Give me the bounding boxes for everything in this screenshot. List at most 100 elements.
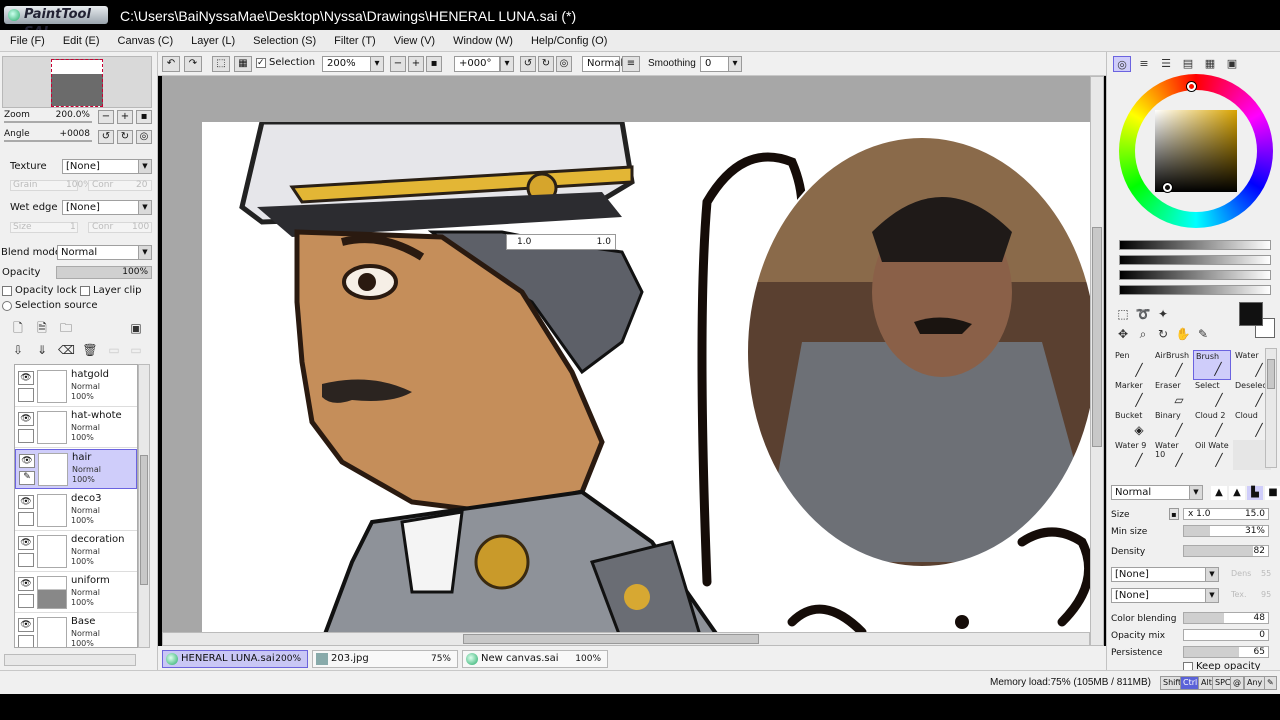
texture-dropdown[interactable]: [None] ▼ [62, 159, 152, 174]
color-slider-4[interactable] [1119, 285, 1271, 295]
selection-checkbox[interactable]: ✓ Selection [256, 57, 315, 68]
layer-row[interactable]: 👁 deco3 Normal 100% [15, 491, 137, 531]
hsv-slider-tab-icon[interactable]: ☰ [1157, 56, 1175, 72]
color-blending-slider[interactable]: 48 [1183, 612, 1269, 624]
menu-help[interactable]: Help/Config (O) [531, 35, 617, 47]
layer-hscrollbar[interactable] [4, 654, 136, 666]
trash-icon[interactable]: 🗑 [82, 342, 98, 358]
lock-toggle[interactable] [18, 635, 34, 647]
menu-filter[interactable]: Filter (T) [334, 35, 386, 47]
shape-medium-icon[interactable]: ▲ [1229, 486, 1245, 500]
menu-edit[interactable]: Edit (E) [63, 35, 110, 47]
rotate-icon[interactable]: ↻ [1155, 326, 1171, 342]
eye-icon[interactable]: 👁 [18, 577, 34, 591]
navigator-preview[interactable] [2, 56, 152, 108]
lock-toggle[interactable] [18, 512, 34, 526]
brush-eraser[interactable]: Eraser ▱ [1153, 380, 1191, 410]
lock-toggle[interactable] [18, 429, 34, 443]
lock-toggle[interactable] [18, 594, 34, 608]
hue-marker[interactable] [1187, 82, 1196, 91]
swatches-tab-icon[interactable]: ▦ [1201, 56, 1219, 72]
size-slider[interactable]: x 1.0 15.0 [1183, 508, 1269, 520]
view-blend-field[interactable]: Normal [582, 56, 623, 72]
layer-row[interactable]: 👁 hatgold Normal 100% [15, 367, 137, 407]
zoom-out-icon[interactable]: − [390, 56, 406, 72]
rotate-left-icon[interactable]: ↺ [520, 56, 536, 72]
brush-bucket[interactable]: Bucket ◈ [1113, 410, 1151, 440]
primary-color-swatch[interactable] [1239, 302, 1263, 326]
min-size-slider[interactable]: 31% [1183, 525, 1269, 537]
menu-file[interactable]: File (F) [10, 35, 55, 47]
rgb-slider-tab-icon[interactable]: ≡ [1135, 56, 1153, 72]
opacity-mix-slider[interactable]: 0 [1183, 629, 1269, 641]
hand-icon[interactable]: ✋ [1175, 326, 1191, 342]
layer-row[interactable]: 👁 hat-whote Normal 100% [15, 408, 137, 448]
new-linework-layer-icon[interactable]: 🗎 [34, 320, 50, 336]
layer-row[interactable]: 👁 Base Normal 100% [15, 614, 137, 647]
eyedropper-icon[interactable]: ✎ [1195, 326, 1211, 342]
scratchpad-tab-icon[interactable]: ▣ [1223, 56, 1241, 72]
menu-selection[interactable]: Selection (S) [253, 35, 326, 47]
layer-mask-icon[interactable]: ▣ [128, 320, 144, 336]
redo-button[interactable]: ↷ [184, 56, 202, 72]
zoom-reset-button[interactable]: ▪ [136, 110, 152, 124]
lock-toggle[interactable] [18, 553, 34, 567]
rect-select-icon[interactable]: ⬚ [1115, 306, 1131, 322]
layer-row[interactable]: 👁 decoration Normal 100% [15, 532, 137, 572]
rotate-right-button[interactable]: ↻ [117, 130, 133, 144]
chevron-down-icon[interactable]: ▾ [370, 56, 384, 72]
size-lock-icon[interactable]: ▪ [1169, 508, 1179, 520]
angle-slider[interactable]: Angle +0008 [2, 129, 112, 143]
menu-view[interactable]: View (V) [394, 35, 445, 47]
zoom-field[interactable]: 200% [322, 56, 374, 72]
opacity-slider[interactable]: 100% [56, 266, 152, 279]
brush-binary[interactable]: Binary ╱ [1153, 410, 1191, 440]
eye-icon[interactable]: 👁 [19, 454, 35, 468]
flip-icon[interactable]: ≡ [622, 56, 640, 72]
brush-pen[interactable]: Pen ╱ [1113, 350, 1151, 380]
brush-blend-dropdown[interactable]: Normal ▼ [1111, 485, 1203, 500]
merge-down-icon[interactable]: ⇓ [34, 342, 50, 358]
saturation-value-square[interactable] [1155, 110, 1237, 192]
color-wheel-tab-icon[interactable]: ◎ [1113, 56, 1131, 72]
canvas-area[interactable]: 1.0 1.0 [162, 76, 1090, 632]
smoothing-field[interactable]: 0 [700, 56, 730, 72]
blend-mode-dropdown[interactable]: Normal ▼ [57, 245, 152, 260]
canvas-vscrollbar[interactable] [1090, 76, 1104, 646]
move-icon[interactable]: ✥ [1115, 326, 1131, 342]
zoom-icon[interactable]: ⌕ [1135, 326, 1151, 342]
deselect-button[interactable]: ⬚ [212, 56, 230, 72]
zoom-in-icon[interactable]: + [408, 56, 424, 72]
brush-icon[interactable]: ✎ [19, 471, 35, 485]
new-layer-icon[interactable]: 🗋 [10, 320, 26, 336]
zoom-reset-icon[interactable]: ▪ [426, 56, 442, 72]
undo-button[interactable]: ↶ [162, 56, 180, 72]
doc-tab-203[interactable]: 203.jpg 75% [312, 650, 458, 668]
rotate-reset-button[interactable]: ◎ [136, 130, 152, 144]
menu-layer[interactable]: Layer (L) [191, 35, 245, 47]
new-folder-icon[interactable]: 🗀 [58, 320, 74, 336]
brush-texture-dropdown-2[interactable]: [None] ▼ [1111, 588, 1219, 603]
brush-marker[interactable]: Marker ╱ [1113, 380, 1151, 410]
menu-canvas[interactable]: Canvas (C) [118, 35, 184, 47]
canvas-hscrollbar[interactable] [162, 632, 1090, 646]
brush-cloud2[interactable]: Cloud 2 ╱ [1193, 410, 1231, 440]
sv-marker[interactable] [1163, 183, 1172, 192]
layer-row-selected[interactable]: 👁 ✎ hair Normal 100% [15, 449, 137, 489]
zoom-slider[interactable]: Zoom 200.0% [2, 110, 112, 124]
lock-toggle[interactable] [18, 388, 34, 402]
eye-icon[interactable]: 👁 [18, 371, 34, 385]
brush-water9[interactable]: Water 9 ╱ [1113, 440, 1151, 470]
transfer-down-icon[interactable]: ⇩ [10, 342, 26, 358]
color-slider-3[interactable] [1119, 270, 1271, 280]
brush-texture-dropdown-1[interactable]: [None] ▼ [1111, 567, 1219, 582]
rotate-left-button[interactable]: ↺ [98, 130, 114, 144]
brush-select[interactable]: Select ╱ [1193, 380, 1231, 410]
rotate-right-icon[interactable]: ↻ [538, 56, 554, 72]
canvas-paper[interactable] [202, 119, 1090, 632]
brush-oil-water[interactable]: Oil Wate ╱ [1193, 440, 1231, 470]
eye-icon[interactable]: 👁 [18, 536, 34, 550]
invert-selection-button[interactable]: ▦ [234, 56, 252, 72]
color-wheel[interactable] [1119, 74, 1273, 228]
chevron-down-icon[interactable]: ▾ [500, 56, 514, 72]
